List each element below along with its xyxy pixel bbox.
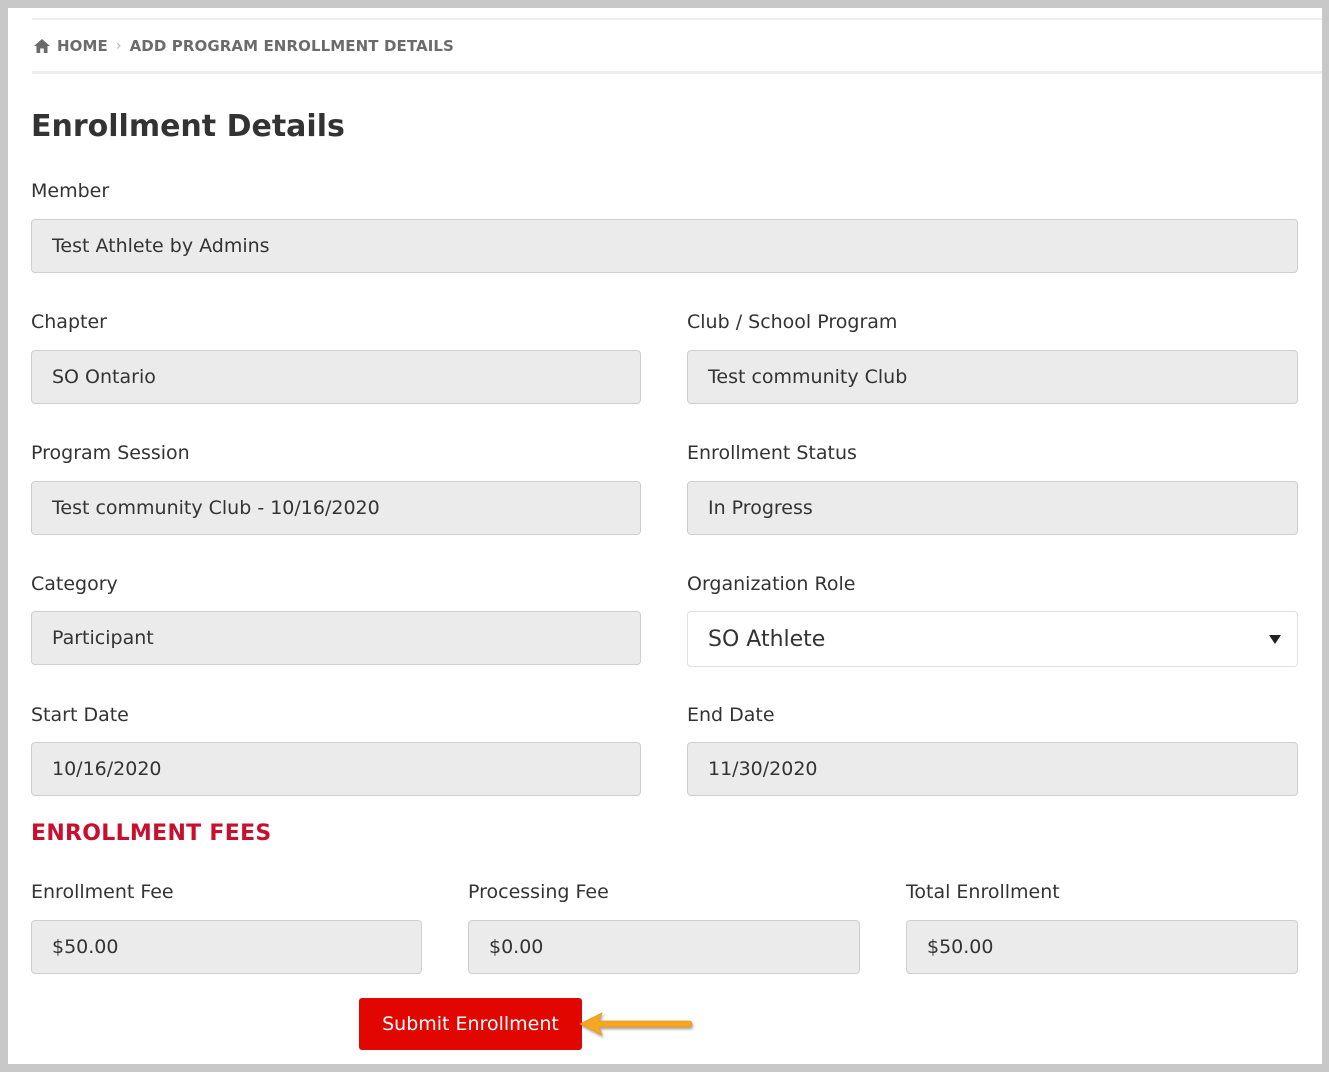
end-date-label: End Date bbox=[687, 704, 775, 726]
submit-enrollment-button[interactable]: Submit Enrollment bbox=[359, 998, 582, 1050]
arrow-left-icon bbox=[579, 1012, 693, 1036]
processing-fee-label: Processing Fee bbox=[468, 881, 609, 903]
enrollment-fee-label: Enrollment Fee bbox=[31, 881, 174, 903]
member-field[interactable]: Test Athlete by Admins bbox=[31, 219, 1298, 273]
processing-fee-field[interactable]: $0.00 bbox=[468, 920, 860, 974]
chapter-label: Chapter bbox=[31, 311, 107, 333]
organization-role-label: Organization Role bbox=[687, 573, 856, 595]
category-field[interactable]: Participant bbox=[31, 611, 641, 665]
chevron-down-icon[interactable] bbox=[1269, 634, 1281, 644]
organization-role-value: SO Athlete bbox=[708, 626, 826, 652]
club-program-label: Club / School Program bbox=[687, 311, 898, 333]
breadcrumb-home-link[interactable]: HOME bbox=[57, 37, 108, 55]
start-date-label: Start Date bbox=[31, 704, 129, 726]
enrollment-status-field[interactable]: In Progress bbox=[687, 481, 1298, 535]
organization-role-select[interactable]: SO Athlete bbox=[687, 611, 1298, 667]
page-title: Enrollment Details bbox=[31, 109, 345, 144]
member-label: Member bbox=[31, 180, 110, 202]
club-program-field[interactable]: Test community Club bbox=[687, 350, 1298, 404]
chapter-field[interactable]: SO Ontario bbox=[31, 350, 641, 404]
category-label: Category bbox=[31, 573, 118, 595]
program-session-field[interactable]: Test community Club - 10/16/2020 bbox=[31, 481, 641, 535]
home-icon[interactable] bbox=[34, 38, 50, 53]
enrollment-fee-field[interactable]: $50.00 bbox=[31, 920, 422, 974]
total-enrollment-field[interactable]: $50.00 bbox=[906, 920, 1298, 974]
enrollment-status-label: Enrollment Status bbox=[687, 442, 857, 464]
program-session-label: Program Session bbox=[31, 442, 190, 464]
page-container: HOME › ADD PROGRAM ENROLLMENT DETAILS En… bbox=[8, 8, 1322, 1064]
breadcrumb-separator-icon: › bbox=[115, 37, 122, 54]
breadcrumb: HOME › ADD PROGRAM ENROLLMENT DETAILS bbox=[32, 18, 1322, 74]
breadcrumb-current: ADD PROGRAM ENROLLMENT DETAILS bbox=[129, 36, 454, 55]
start-date-field[interactable]: 10/16/2020 bbox=[31, 742, 641, 796]
enrollment-fees-heading: ENROLLMENT FEES bbox=[31, 821, 272, 846]
end-date-field[interactable]: 11/30/2020 bbox=[687, 742, 1298, 796]
total-enrollment-label: Total Enrollment bbox=[906, 881, 1060, 903]
